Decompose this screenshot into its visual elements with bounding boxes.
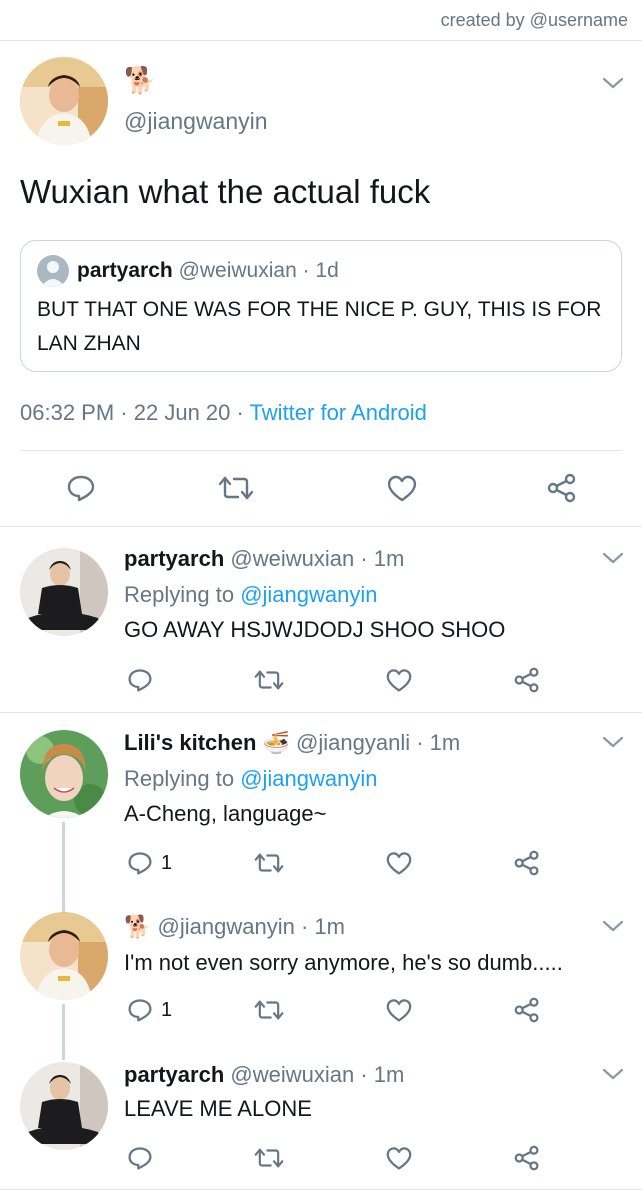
reply-button[interactable] [127, 1143, 161, 1173]
retweet-icon [254, 1000, 284, 1020]
tweet-time: · 1m [300, 914, 345, 939]
like-button[interactable] [385, 1143, 413, 1173]
share-button[interactable] [513, 995, 541, 1025]
replying-to-link[interactable]: @jiangwanyin [240, 582, 377, 607]
tweet-text: A-Cheng, language~ [124, 801, 327, 826]
reply-icon [128, 1147, 152, 1170]
like-button[interactable] [385, 665, 413, 695]
like-button[interactable] [385, 848, 413, 878]
share-icon [514, 667, 539, 693]
user-handle[interactable]: @weiwuxian [230, 546, 354, 571]
reply-icon [128, 852, 152, 875]
thread-line [62, 822, 65, 912]
share-icon [514, 997, 539, 1023]
chevron-down-icon[interactable] [602, 735, 624, 749]
retweet-button[interactable] [218, 473, 254, 503]
heart-icon [386, 1147, 412, 1170]
retweet-button[interactable] [254, 995, 284, 1025]
reply-button[interactable]: 1 [127, 848, 172, 878]
divider [20, 450, 622, 451]
replying-to-link[interactable]: @jiangwanyin [240, 766, 377, 791]
retweet-icon [254, 1148, 284, 1168]
avatar[interactable] [20, 730, 108, 818]
display-name[interactable]: partyarch [124, 546, 224, 571]
reply-count: 1 [161, 851, 173, 874]
quoted-handle: @weiwuxian [178, 259, 297, 282]
divider [0, 526, 642, 527]
reply-button[interactable]: 1 [127, 995, 172, 1025]
user-handle[interactable]: @weiwuxian [230, 1062, 354, 1087]
meta-dot: · [236, 400, 244, 425]
reply-icon [128, 999, 152, 1022]
reply-button[interactable] [66, 473, 96, 503]
thread-line [62, 1004, 65, 1060]
heart-icon [386, 852, 412, 875]
share-button[interactable] [513, 1143, 541, 1173]
replying-to-label: Replying to [124, 766, 235, 791]
chevron-down-icon[interactable] [602, 551, 624, 565]
display-name[interactable]: partyarch [124, 1062, 224, 1087]
retweet-icon [254, 853, 284, 873]
tweet-date: 22 Jun 20 [133, 400, 231, 425]
reply-icon [67, 475, 95, 502]
chevron-down-icon[interactable] [602, 76, 624, 90]
name-emoji: 🍜 [262, 731, 290, 756]
tweet-time: · 1m [360, 546, 405, 571]
replying-to-label: Replying to [124, 582, 235, 607]
display-name[interactable]: Lili's kitchen [124, 730, 256, 755]
tweet-text: LEAVE ME ALONE [124, 1096, 312, 1121]
tweet-client[interactable]: Twitter for Android [250, 400, 427, 425]
creator-credit: created by @username [440, 10, 628, 30]
share-icon [514, 1145, 539, 1171]
retweet-button[interactable] [254, 665, 284, 695]
share-button[interactable] [546, 473, 578, 503]
tweet-time: · 1m [360, 1062, 405, 1087]
like-button[interactable] [386, 473, 418, 503]
heart-icon [386, 999, 412, 1022]
divider [0, 712, 642, 713]
user-handle[interactable]: @jiangwanyin [158, 914, 295, 939]
retweet-button[interactable] [254, 1143, 284, 1173]
name-emoji: 🐕 [124, 915, 152, 940]
avatar[interactable] [20, 1062, 108, 1150]
user-emoji: 🐕 [124, 66, 157, 96]
retweet-icon [254, 670, 284, 690]
quoted-name: partyarch [77, 259, 173, 282]
divider [0, 40, 642, 41]
divider [0, 1189, 642, 1190]
chevron-down-icon[interactable] [602, 1067, 624, 1081]
retweet-button[interactable] [254, 848, 284, 878]
share-icon [547, 473, 576, 503]
avatar[interactable] [20, 912, 108, 1000]
tweet-time: 06:32 PM [20, 400, 115, 425]
tweet-text: Wuxian what the actual fuck [20, 173, 431, 210]
tweet-text: I'm not even sorry anymore, he's so dumb… [124, 950, 563, 975]
user-handle[interactable]: @jiangyanli [296, 730, 410, 755]
heart-icon [387, 475, 417, 502]
share-icon [514, 850, 539, 876]
quoted-text: BUT THAT ONE WAS FOR THE NICE P. GUY, TH… [37, 298, 602, 355]
like-button[interactable] [385, 995, 413, 1025]
default-avatar [37, 255, 69, 287]
tweet-time: · 1m [416, 730, 461, 755]
quoted-tweet[interactable]: partyarch @weiwuxian · 1d BUT THAT ONE W… [20, 240, 622, 372]
tweet-text: GO AWAY HSJWJDODJ SHOO SHOO [124, 617, 506, 642]
heart-icon [386, 669, 412, 692]
reply-button[interactable] [127, 665, 161, 695]
share-button[interactable] [513, 665, 541, 695]
reply-count: 1 [161, 998, 173, 1021]
user-handle[interactable]: @jiangwanyin [124, 108, 268, 135]
chevron-down-icon[interactable] [602, 919, 624, 933]
avatar[interactable] [20, 548, 108, 636]
share-button[interactable] [513, 848, 541, 878]
reply-icon [128, 669, 152, 692]
meta-dot: · [120, 400, 128, 425]
quoted-time: · 1d [302, 259, 339, 282]
retweet-icon [218, 476, 254, 500]
avatar[interactable] [20, 57, 108, 145]
